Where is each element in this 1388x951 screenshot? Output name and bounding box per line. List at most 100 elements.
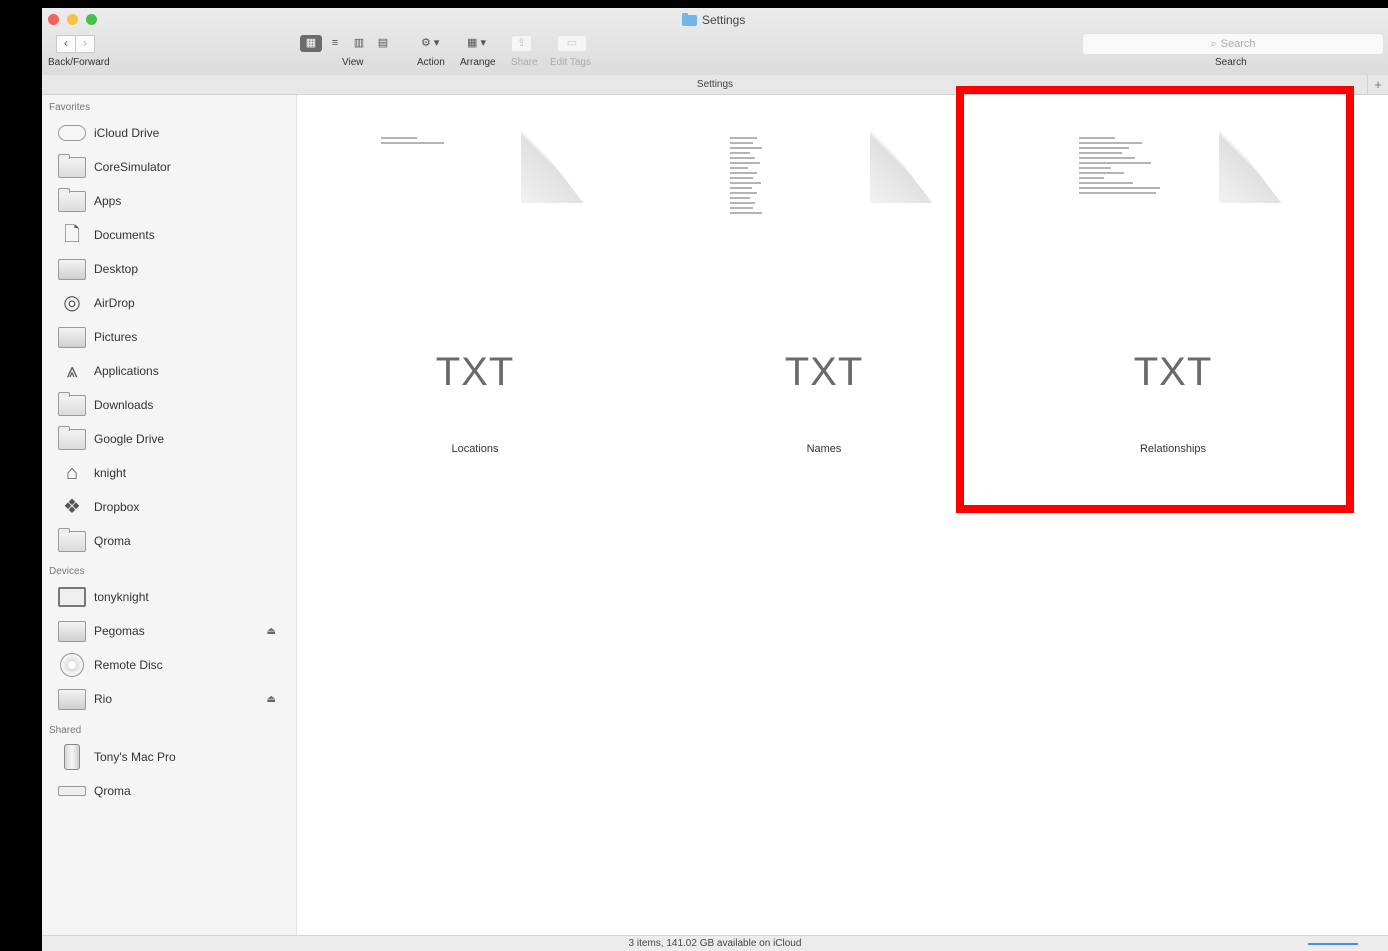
text-file-icon: TXT [367, 123, 583, 407]
folder-icon [58, 527, 86, 552]
icon-size-slider[interactable] [1308, 943, 1358, 945]
airdrop-icon: ◎ [63, 292, 81, 314]
search-label: Search [1215, 57, 1247, 68]
tag-icon: ▭ [566, 37, 578, 49]
new-tab-button[interactable]: + [1367, 75, 1388, 94]
file-name: Locations [451, 443, 499, 455]
cover-flow-icon: ▤ [377, 37, 389, 49]
sidebar-item-label: Qroma [94, 534, 131, 548]
list-view-button[interactable]: ≡ [324, 35, 346, 52]
back-forward-label: Back/Forward [48, 57, 110, 68]
window-title-text: Settings [702, 13, 746, 27]
sidebar-item-qroma[interactable]: Qroma [58, 527, 296, 554]
eject-icon[interactable]: ⏏ [267, 694, 276, 705]
search-input[interactable]: ⌕ Search [1082, 33, 1384, 55]
sidebar-item-dropbox[interactable]: ❖ Dropbox [58, 494, 296, 520]
sidebar-item-rio[interactable]: Rio ⏏ [58, 686, 296, 712]
minimize-window-button[interactable] [67, 14, 78, 25]
file-item-names[interactable]: TXT Names [704, 123, 944, 463]
laptop-icon [58, 587, 86, 607]
list-icon: ≡ [331, 37, 339, 49]
sidebar-item-label: Pictures [94, 330, 138, 344]
share-label: Share [511, 57, 538, 68]
sidebar-item-tonys-mac-pro[interactable]: Tony's Mac Pro [58, 744, 296, 770]
icon-view-button[interactable]: ▦ [300, 35, 322, 52]
sidebar-item-label: Google Drive [94, 432, 165, 446]
status-text: 3 items, 141.02 GB available on iCloud [628, 938, 802, 949]
arrange-label: Arrange [460, 57, 496, 68]
close-window-button[interactable] [48, 14, 59, 25]
chevron-left-icon: ‹ [64, 36, 68, 50]
share-button[interactable]: ⇪ [511, 35, 533, 52]
sidebar-item-label: Downloads [94, 398, 154, 412]
file-item-locations[interactable]: TXT Locations [355, 123, 595, 463]
sidebar-item-downloads[interactable]: Downloads [58, 391, 296, 418]
toolbar: Settings ‹ › Back/Forward ▦ ≡ ▥ ▤ View ⚙… [42, 8, 1388, 76]
folder-icon [58, 391, 86, 416]
desktop-icon [58, 258, 86, 280]
sidebar-item-label: Desktop [94, 262, 139, 276]
sidebar-item-tonyknight[interactable]: tonyknight [58, 584, 296, 610]
folder-icon [58, 425, 86, 450]
forward-button[interactable]: › [76, 35, 95, 53]
edit-tags-button[interactable]: ▭ [557, 35, 587, 52]
grid-icon: ▦ [305, 37, 317, 49]
sidebar: Favorites iCloud Drive CoreSimulator App… [42, 95, 297, 935]
columns-icon: ▥ [353, 37, 365, 49]
highlight-box [956, 86, 1354, 513]
sidebar-section-shared: Shared [49, 725, 82, 736]
sidebar-item-label: Qroma [94, 784, 131, 798]
folder-icon [58, 187, 86, 212]
gear-icon: ⚙ ▾ [421, 37, 440, 49]
action-label: Action [417, 57, 445, 68]
sidebar-item-documents[interactable]: 🗋 Documents [58, 222, 296, 248]
sidebar-item-pictures[interactable]: Pictures [58, 324, 296, 350]
cloud-icon [58, 125, 86, 141]
sidebar-item-coresimulator[interactable]: CoreSimulator [58, 153, 296, 180]
sidebar-section-favorites: Favorites [49, 102, 91, 113]
text-file-icon: TXT [716, 123, 932, 407]
sidebar-item-remote-disc[interactable]: Remote Disc [58, 652, 296, 678]
sidebar-item-qroma-shared[interactable]: Qroma [58, 778, 296, 804]
window-title: Settings [682, 12, 746, 27]
file-extension: TXT [784, 350, 864, 394]
sidebar-item-pegomas[interactable]: Pegomas ⏏ [58, 618, 296, 644]
sidebar-item-label: Apps [94, 194, 122, 208]
status-bar: 3 items, 141.02 GB available on iCloud [42, 935, 1388, 951]
sidebar-item-label: Rio [94, 692, 113, 706]
sidebar-item-icloud-drive[interactable]: iCloud Drive [58, 120, 296, 146]
sidebar-item-label: Dropbox [94, 500, 140, 514]
cover-flow-button[interactable]: ▤ [372, 35, 394, 52]
sidebar-item-google-drive[interactable]: Google Drive [58, 425, 296, 452]
sidebar-item-label: Remote Disc [94, 658, 163, 672]
finder-window: Settings ‹ › Back/Forward ▦ ≡ ▥ ▤ View ⚙… [42, 8, 1388, 951]
file-extension: TXT [435, 350, 515, 394]
sidebar-item-label: Tony's Mac Pro [94, 750, 176, 764]
dropbox-icon: ❖ [63, 496, 81, 518]
arrange-icon: ▦ ▾ [467, 37, 486, 49]
zoom-window-button[interactable] [86, 14, 97, 25]
document-preview-lines [381, 137, 471, 147]
sidebar-item-knight[interactable]: ⌂ knight [58, 460, 296, 486]
eject-icon[interactable]: ⏏ [267, 626, 276, 637]
sidebar-item-label: CoreSimulator [94, 160, 171, 174]
network-computer-icon [58, 786, 86, 796]
sidebar-item-apps[interactable]: Apps [58, 187, 296, 214]
sidebar-item-label: tonyknight [94, 590, 149, 604]
column-view-button[interactable]: ▥ [348, 35, 370, 52]
home-icon: ⌂ [65, 462, 79, 484]
camera-icon [58, 326, 86, 348]
mac-pro-icon [64, 744, 80, 770]
action-button[interactable]: ⚙ ▾ [416, 35, 444, 52]
sidebar-item-desktop[interactable]: Desktop [58, 256, 296, 282]
disk-icon [58, 620, 86, 642]
sidebar-item-label: Pegomas [94, 624, 145, 638]
sidebar-item-label: Documents [94, 228, 155, 242]
sidebar-item-airdrop[interactable]: ◎ AirDrop [58, 290, 296, 316]
tab-settings[interactable]: Settings [697, 79, 733, 90]
document-preview-lines [730, 137, 820, 217]
sidebar-item-applications[interactable]: ⩓ Applications [58, 358, 296, 384]
arrange-button[interactable]: ▦ ▾ [462, 35, 491, 52]
back-button[interactable]: ‹ [56, 35, 76, 53]
disc-icon [60, 653, 84, 677]
